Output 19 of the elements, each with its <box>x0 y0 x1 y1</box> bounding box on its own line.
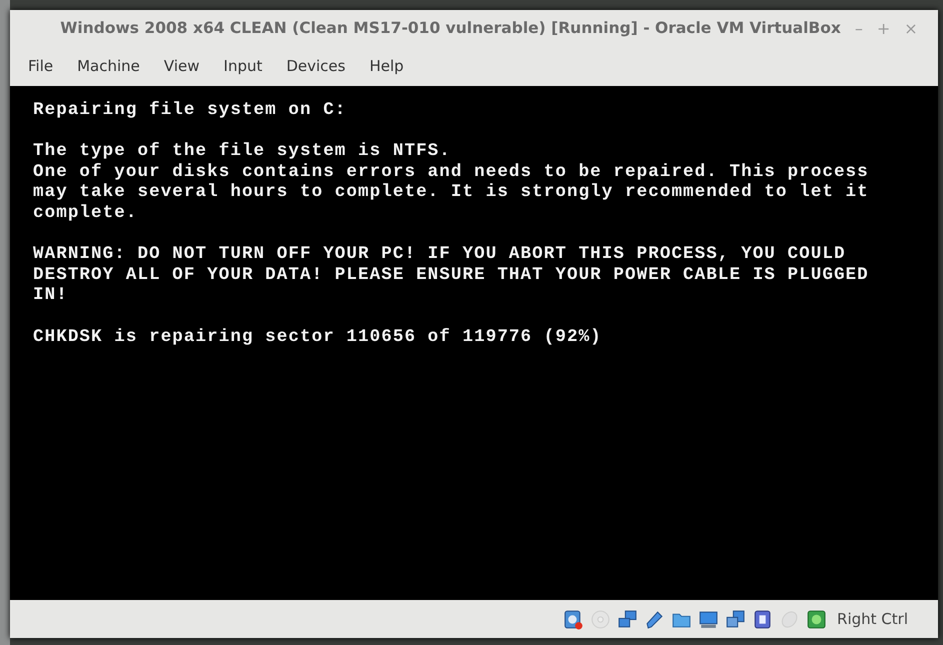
console-line: CHKDSK is repairing sector 110656 of 119776 (92%) <box>33 326 603 348</box>
menu-item[interactable]: Help <box>357 57 416 75</box>
display-icon[interactable] <box>698 608 720 630</box>
host-key-label: Right Ctrl <box>837 610 908 628</box>
menu-item[interactable]: View <box>152 57 212 75</box>
menu-item[interactable]: Machine <box>65 57 152 75</box>
console-line: complete. <box>33 202 138 224</box>
console-line: WARNING: DO NOT TURN OFF YOUR PC! IF YOU ABORT THIS PROCESS, YOU COULD <box>33 244 847 265</box>
menu-item[interactable]: File <box>16 57 66 75</box>
menu-item[interactable]: Devices <box>274 57 358 75</box>
console-line: may take several hours to complete. It is strongly recommended to let it <box>33 182 870 203</box>
console-line: IN! <box>33 285 69 306</box>
console-line: The type of the file system is NTFS. <box>33 141 452 162</box>
hdd-icon[interactable] <box>563 608 584 630</box>
console-line: One of your disks contains errors and needs to be repaired. This process <box>33 162 870 182</box>
window-title: Windows 2008 x64 CLEAN (Clean MS17-010 vulnerable) [Running] - Oracle VM VirtualBox <box>60 19 841 37</box>
console-line: DESTROY ALL OF YOUR DATA! PLEASE ENSURE THAT YOUR POWER CABLE IS PLUGGED <box>33 264 870 286</box>
menu-item[interactable]: Input <box>212 57 274 75</box>
console-line: Repairing file system on C: <box>33 100 348 121</box>
